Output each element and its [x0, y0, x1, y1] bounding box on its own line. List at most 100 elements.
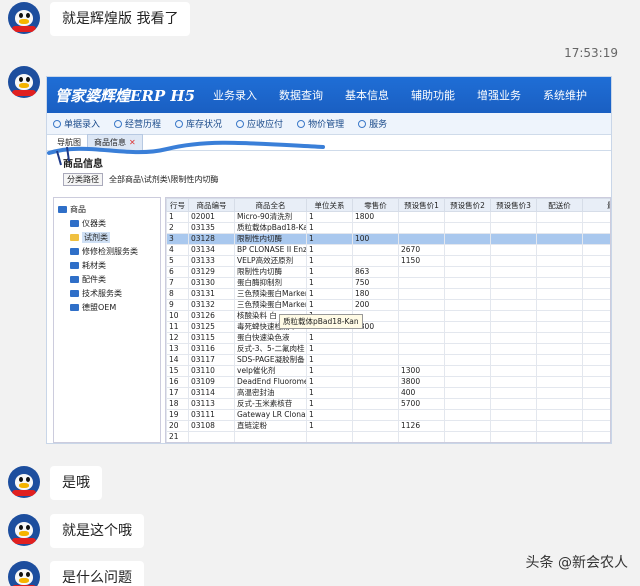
table-row[interactable]: 2 03135 质粒载体pBad18-Kan 1	[166, 222, 610, 234]
nav-item-auxiliary[interactable]: 辅助功能	[411, 87, 455, 103]
avatar[interactable]	[8, 466, 40, 498]
toolbar-stock[interactable]: 库存状况	[175, 117, 222, 130]
table-cell	[582, 365, 610, 377]
table-cell	[490, 211, 537, 223]
table-cell	[444, 420, 491, 432]
table-row[interactable]: 16 03109 DeadEnd Fluorome 1 3800	[166, 376, 610, 388]
table-cell	[490, 266, 537, 278]
nav-item-data-query[interactable]: 数据查询	[279, 87, 323, 103]
table-row[interactable]: 21	[166, 431, 610, 442]
table-cell	[582, 255, 610, 267]
table-row[interactable]: 5 03133 VELP高效还原剂 1 1150	[166, 255, 610, 267]
nav-item-enhanced[interactable]: 增强业务	[477, 87, 521, 103]
tree-item-tech-service[interactable]: 技术服务类	[54, 286, 160, 300]
table-cell	[398, 332, 445, 344]
tree-item-root[interactable]: 商品	[54, 202, 160, 216]
column-header[interactable]: 预设售价1	[398, 198, 445, 212]
table-cell	[444, 255, 491, 267]
table-cell	[490, 409, 537, 421]
avatar[interactable]	[8, 66, 40, 98]
table-row[interactable]: 20 03108 直链淀粉 1 1126	[166, 420, 610, 432]
table-cell: 03115	[188, 332, 235, 344]
table-row[interactable]: 1003126核酸染料 白1	[166, 310, 610, 322]
table-cell: 03128	[188, 233, 235, 245]
table-row[interactable]: 3 03128 限制性内切酶 1 100	[166, 233, 610, 245]
table-row[interactable]: 8 03131 三色预染蛋白Marker 1 180	[166, 288, 610, 300]
column-header[interactable]: 零售价	[352, 198, 399, 212]
table-cell: 1800	[352, 211, 399, 223]
table-cell	[306, 431, 353, 442]
table-cell	[398, 277, 445, 289]
table-cell: 三色预染蛋白Marker	[234, 299, 307, 311]
column-header[interactable]: 商品全名	[234, 198, 307, 212]
table-cell	[582, 387, 610, 399]
table-cell: 03132	[188, 299, 235, 311]
toolbar-history[interactable]: 经营历程	[114, 117, 161, 130]
category-path-button[interactable]: 分类路径	[63, 172, 103, 186]
table-cell: 1	[306, 387, 353, 399]
table-cell	[398, 310, 445, 322]
avatar[interactable]	[8, 514, 40, 546]
table-cell: 1150	[398, 255, 445, 267]
table-cell	[398, 343, 445, 355]
toolbar-price[interactable]: 物价管理	[297, 117, 344, 130]
table-cell: 12	[166, 332, 189, 344]
avatar[interactable]	[8, 561, 40, 586]
table-row[interactable]: 6 03129 限制性内切酶 1 863	[166, 266, 610, 278]
toolbar-receivables[interactable]: 应收应付	[236, 117, 283, 130]
table-cell: 2	[166, 222, 189, 234]
table-cell	[444, 398, 491, 410]
folder-icon	[70, 261, 79, 269]
table-row[interactable]: 1 02001 Micro-90清洗剂 1 1800	[166, 211, 610, 223]
table-row[interactable]: 1103125毒死蜱快速检测卡11800	[166, 321, 610, 333]
table-cell	[536, 365, 583, 377]
tree-item-testing-service[interactable]: 修修检测服务类	[54, 244, 160, 258]
table-row[interactable]: 9 03132 三色预染蛋白Marker 1 200	[166, 299, 610, 311]
table-cell	[536, 255, 583, 267]
tree-item-consumables[interactable]: 耗材类	[54, 258, 160, 272]
table-cell	[444, 365, 491, 377]
table-cell: 8	[166, 288, 189, 300]
price-icon	[297, 119, 306, 128]
column-header[interactable]: 单位关系	[306, 198, 353, 212]
table-row[interactable]: 18 03113 反式-玉米素核苷 1 5700	[166, 398, 610, 410]
table-cell	[398, 288, 445, 300]
erp-screenshot-image[interactable]: 管家婆辉煌ERP H5 业务录入 数据查询 基本信息 辅助功能 增强业务 系统维…	[46, 76, 612, 444]
table-row[interactable]: 19 03111 Gateway LR Clonase 1	[166, 409, 610, 421]
table-cell: 1	[306, 211, 353, 223]
table-cell: 03135	[188, 222, 235, 234]
table-cell	[490, 310, 537, 322]
table-row[interactable]: 14 03117 SDS-PAGE凝胶制备 1	[166, 354, 610, 366]
table-cell	[398, 354, 445, 366]
nav-item-basic-info[interactable]: 基本信息	[345, 87, 389, 103]
column-header[interactable]: 预设售价2	[444, 198, 491, 212]
column-header[interactable]: 配送价	[536, 198, 583, 212]
table-row[interactable]: 4 03134 BP CLONASE II Enz 1 2670	[166, 244, 610, 256]
table-cell: 03134	[188, 244, 235, 256]
table-cell: 750	[352, 277, 399, 289]
column-header[interactable]: 预设售价3	[490, 198, 537, 212]
column-header[interactable]: 商品编号	[188, 198, 235, 212]
nav-item-business-entry[interactable]: 业务录入	[213, 87, 257, 103]
column-header[interactable]: 最近	[582, 198, 610, 212]
table-row[interactable]: 15 03110 velp催化剂 1 1300	[166, 365, 610, 377]
nav-item-system[interactable]: 系统维护	[543, 87, 587, 103]
table-cell: 5700	[398, 398, 445, 410]
toolbar-document-entry[interactable]: 单据录入	[53, 117, 100, 130]
table-cell	[352, 431, 399, 442]
table-cell	[582, 222, 610, 234]
avatar[interactable]	[8, 2, 40, 34]
table-row[interactable]: 13 03116 反式-3、5-二氟肉桂 1	[166, 343, 610, 355]
tree-item-instruments[interactable]: 仪器类	[54, 216, 160, 230]
column-header[interactable]: 行号	[166, 198, 189, 212]
table-row[interactable]: 12 03115 蛋白快速染色液 1	[166, 332, 610, 344]
toolbar-service[interactable]: 服务	[358, 117, 387, 130]
chat-message-1: 就是辉煌版 我看了	[8, 2, 191, 36]
tree-item-reagents[interactable]: 试剂类	[54, 230, 160, 244]
table-cell	[582, 277, 610, 289]
table-cell: 1	[306, 244, 353, 256]
table-row[interactable]: 17 03114 高温密封油 1 400	[166, 387, 610, 399]
tree-item-parts[interactable]: 配件类	[54, 272, 160, 286]
tree-item-oem[interactable]: 德盟OEM	[54, 300, 160, 314]
table-row[interactable]: 7 03130 蛋白酶抑制剂 1 750	[166, 277, 610, 289]
